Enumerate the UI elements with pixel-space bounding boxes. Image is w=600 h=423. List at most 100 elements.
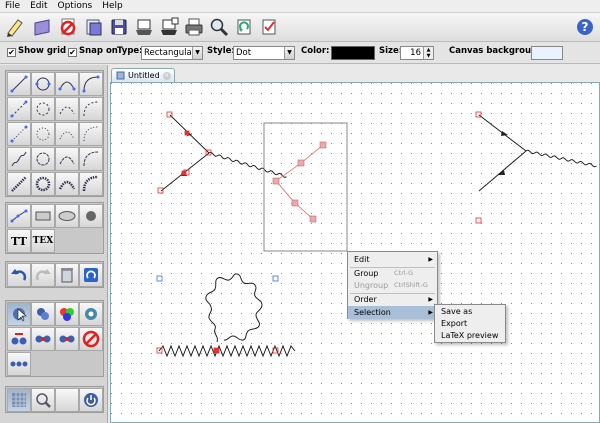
context-menu-ungroup-label: Ungroup	[354, 281, 389, 290]
refresh-icon[interactable]	[233, 16, 255, 38]
ghost-arc-icon[interactable]	[55, 122, 79, 146]
color-tool-icon[interactable]	[55, 302, 79, 326]
context-menu-order-label: Order	[354, 295, 377, 304]
style-label: Style:	[207, 46, 235, 56]
context-menu-order[interactable]: Order ▶	[348, 293, 437, 306]
blank-tool-button[interactable]	[55, 388, 79, 412]
submenu-latex-preview[interactable]: LaTeX preview	[435, 329, 505, 342]
rectangle-tool-icon[interactable]	[31, 204, 55, 228]
selection-submenu: Save as Export LaTeX preview	[434, 304, 506, 343]
chevron-right-icon: ▶	[428, 296, 433, 303]
color-swatch[interactable]	[331, 46, 375, 60]
zoom-tool-icon[interactable]	[31, 388, 55, 412]
photon-arc-icon[interactable]	[55, 147, 79, 171]
scalar-loop-icon[interactable]	[31, 97, 55, 121]
color-label: Color:	[301, 46, 330, 56]
context-menu-edit-label: Edit	[354, 255, 370, 264]
submenu-latex-preview-label: LaTeX preview	[441, 331, 499, 340]
select-tool-icon[interactable]	[7, 302, 31, 326]
selection-tools-group	[5, 300, 104, 377]
size-spinner[interactable]: 16 ▲ ▼	[400, 46, 434, 60]
clear-canvas-icon[interactable]	[57, 16, 79, 38]
fermion-loop-icon[interactable]	[31, 72, 55, 96]
connect-tool-icon[interactable]	[7, 327, 31, 351]
canvas-background-swatch[interactable]	[531, 46, 563, 60]
undo-icon[interactable]	[7, 263, 31, 287]
export-image-icon[interactable]	[158, 16, 180, 38]
new-file-icon[interactable]	[4, 16, 26, 38]
grid-toggle-icon[interactable]	[7, 388, 31, 412]
scalar-line-icon[interactable]	[7, 97, 31, 121]
help-icon[interactable]: ?	[574, 16, 596, 38]
chevron-right-icon: ▶	[428, 256, 433, 263]
chevron-down-icon: ▼	[192, 47, 202, 59]
open-file-icon[interactable]	[83, 16, 105, 38]
show-grid-checkbox[interactable]: ✔	[7, 48, 16, 57]
gluon-loop-icon[interactable]	[31, 172, 55, 196]
show-grid-label: Show grid	[18, 46, 67, 56]
ellipse-tool-icon[interactable]	[55, 204, 79, 228]
new-layer-icon[interactable]	[31, 16, 53, 38]
close-icon[interactable]: ×	[162, 71, 171, 80]
power-icon[interactable]	[79, 388, 103, 412]
context-menu-ungroup[interactable]: Ungroup CtrlShift-G	[348, 279, 437, 292]
gluon-line-icon[interactable]	[7, 172, 31, 196]
duplicate-tool-icon[interactable]	[31, 327, 55, 351]
save-icon[interactable]	[108, 16, 130, 38]
context-menu-edit[interactable]: Edit ▶	[348, 253, 437, 266]
group-tool-icon[interactable]	[55, 327, 79, 351]
blob-tool-icon[interactable]	[79, 204, 103, 228]
latex-tool-button[interactable]: TEX	[31, 229, 55, 253]
type-label: Type:	[117, 46, 143, 56]
snap-on-label: Snap on	[79, 46, 118, 56]
ghost-line-icon[interactable]	[7, 122, 31, 146]
scalar-arc-icon[interactable]	[55, 97, 79, 121]
fermion-curve-icon[interactable]	[79, 72, 103, 96]
snap-on-checkbox[interactable]: ✔	[68, 48, 77, 57]
icon-toolbar: ?	[0, 13, 600, 42]
redo-icon[interactable]	[31, 263, 55, 287]
fermion-line-icon[interactable]	[7, 72, 31, 96]
size-value: 16	[410, 48, 421, 58]
zoom-icon[interactable]	[208, 16, 230, 38]
ghost-curve-icon[interactable]	[79, 122, 103, 146]
gluon-arc-icon[interactable]	[55, 172, 79, 196]
ghost-loop-icon[interactable]	[31, 122, 55, 146]
photon-line-icon[interactable]	[7, 147, 31, 171]
style-select[interactable]: Dot ▼	[233, 46, 295, 60]
menu-edit[interactable]: Edit	[25, 0, 52, 13]
gluon-curve-icon[interactable]	[79, 172, 103, 196]
move-tool-icon[interactable]	[31, 302, 55, 326]
chain-tool-icon[interactable]	[7, 352, 31, 376]
edit-tools-group	[5, 261, 104, 288]
properties-icon[interactable]	[258, 16, 280, 38]
type-select[interactable]: Rectangular ▼	[141, 46, 203, 60]
fermion-arc-icon[interactable]	[55, 72, 79, 96]
tool-palette: TT TEX	[0, 65, 108, 423]
context-menu-selection-label: Selection	[354, 308, 391, 317]
context-menu-selection[interactable]: Selection ▶	[348, 306, 437, 319]
trash-icon[interactable]	[55, 263, 79, 287]
tab-label: Untitled	[128, 71, 160, 80]
photon-curve-icon[interactable]	[79, 147, 103, 171]
document-icon	[116, 71, 125, 80]
submenu-save-as-label: Save as	[441, 307, 473, 316]
photon-loop-icon[interactable]	[31, 147, 55, 171]
print-icon[interactable]	[183, 16, 205, 38]
edit-object-icon[interactable]	[79, 302, 103, 326]
menu-bar: File Edit Options Help	[0, 0, 600, 13]
delete-tool-icon[interactable]	[79, 327, 103, 351]
menu-help[interactable]: Help	[97, 0, 128, 13]
menu-file[interactable]: File	[0, 0, 25, 13]
menu-options[interactable]: Options	[53, 0, 98, 13]
tab-untitled[interactable]: Untitled ×	[111, 68, 175, 82]
scalar-curve-icon[interactable]	[79, 97, 103, 121]
line-tool-icon[interactable]	[7, 204, 31, 228]
context-menu-ungroup-shortcut: CtrlShift-G	[394, 281, 428, 289]
text-tool-button[interactable]: TT	[7, 229, 31, 253]
size-label: Size:	[379, 46, 403, 56]
export-icon[interactable]	[133, 16, 155, 38]
options-bar: ✔ Show grid ✔ Snap on Type: Rectangular …	[0, 42, 600, 64]
spin-down-icon[interactable]: ▼	[424, 53, 433, 59]
refresh-diagram-icon[interactable]	[79, 263, 103, 287]
